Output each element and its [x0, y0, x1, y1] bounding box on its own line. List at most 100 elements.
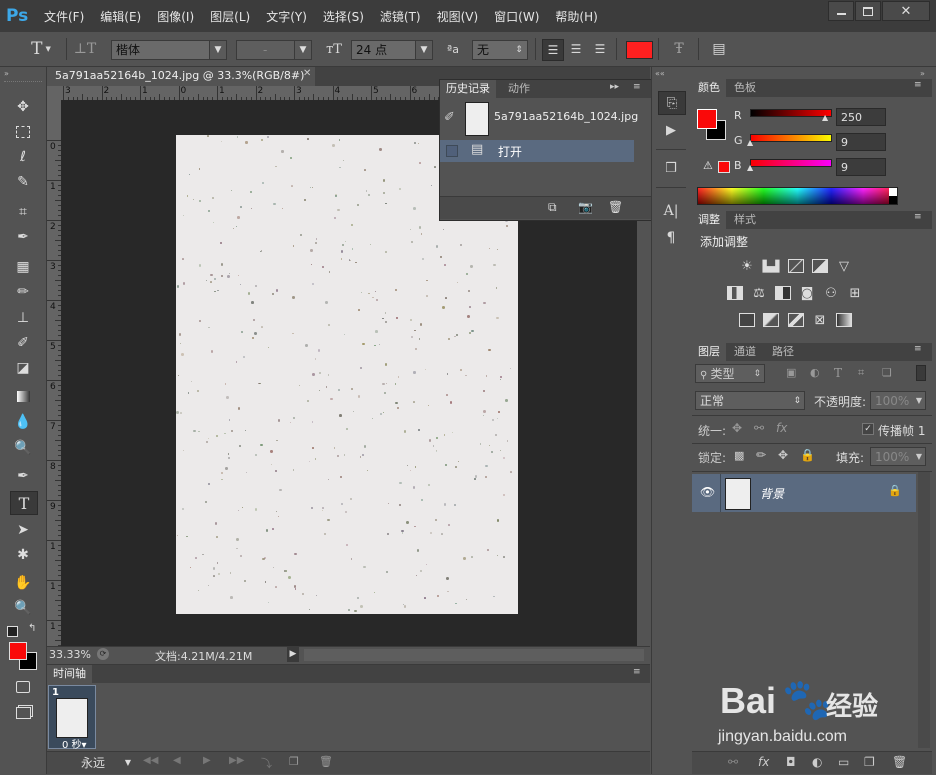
panel-menu-icon[interactable]: ≡: [633, 82, 641, 92]
channels-tab[interactable]: 通道: [728, 343, 762, 361]
font-size-select[interactable]: 24 点 ▼: [351, 40, 433, 60]
hue-saturation-icon[interactable]: [726, 285, 744, 301]
antialias-select[interactable]: 无 ⇕: [472, 40, 528, 60]
actions-dock-button[interactable]: ▶: [658, 119, 684, 141]
new-document-icon[interactable]: ⧉: [548, 200, 557, 215]
text-tool-preset[interactable]: T ▼: [26, 38, 56, 60]
eyedropper-tool[interactable]: ✒: [10, 226, 36, 248]
propagate-checkbox[interactable]: ✓: [862, 423, 874, 435]
slider-handle-icon[interactable]: ▲: [747, 163, 753, 172]
ps-logo[interactable]: Ps: [6, 5, 34, 27]
swatches-tab[interactable]: 色板: [728, 79, 762, 97]
layer-filter-select[interactable]: ⚲ 类型 ⇕: [695, 364, 765, 383]
opacity-field[interactable]: 100% ▼: [870, 391, 926, 410]
next-frame-icon[interactable]: ▶▶: [229, 755, 244, 766]
menu-item[interactable]: 文字(Y): [266, 8, 307, 25]
b-value-field[interactable]: 9: [836, 158, 886, 176]
pen-tool[interactable]: ✒: [10, 465, 36, 487]
foreground-color-swatch[interactable]: [697, 109, 717, 129]
color-lookup-icon[interactable]: ⊞: [846, 285, 864, 301]
black-white-icon[interactable]: [774, 285, 792, 301]
minimize-button[interactable]: [828, 1, 854, 21]
menu-item[interactable]: 文件(F): [44, 8, 84, 25]
eraser-tool[interactable]: ◪: [10, 357, 36, 379]
stamp-tool[interactable]: ⊥: [10, 307, 36, 329]
foreground-color-swatch[interactable]: [9, 642, 27, 660]
character-panel-button[interactable]: ▤: [708, 38, 730, 60]
prev-frame-icon[interactable]: ◀: [173, 755, 181, 766]
dodge-tool[interactable]: 🔍: [10, 437, 36, 459]
menu-item[interactable]: 窗口(W): [494, 8, 539, 25]
brush-tool[interactable]: ✏: [10, 281, 36, 303]
play-icon[interactable]: ▶: [203, 755, 211, 766]
history-tab[interactable]: 历史记录: [440, 80, 496, 98]
filter-adjustment-icon[interactable]: ◐: [810, 366, 820, 379]
quick-select-tool[interactable]: ✎: [10, 171, 36, 193]
layer-row[interactable]: 👁 背景 🔒: [692, 474, 916, 512]
panel-menu-icon[interactable]: ≡: [914, 344, 922, 354]
brightness-icon[interactable]: ☀: [738, 258, 756, 274]
filter-pixel-icon[interactable]: ▣: [786, 366, 796, 379]
lock-transparent-icon[interactable]: ▩: [734, 449, 744, 462]
type-tool[interactable]: T: [10, 491, 38, 515]
actions-tab[interactable]: 动作: [502, 80, 536, 98]
collapse-arrows-icon[interactable]: »: [4, 69, 9, 78]
color-tab[interactable]: 颜色: [692, 79, 726, 97]
move-tool[interactable]: ✥: [10, 96, 36, 118]
text-color-swatch[interactable]: [626, 41, 653, 59]
menu-item[interactable]: 视图(V): [437, 8, 479, 25]
default-colors-icon[interactable]: [7, 626, 18, 637]
status-expand-icon[interactable]: ▶: [287, 647, 299, 662]
healing-tool[interactable]: ▦: [10, 256, 36, 278]
3d-dock-button[interactable]: ❒: [658, 157, 684, 179]
align-left-button[interactable]: ☰: [542, 39, 564, 61]
hand-tool[interactable]: ✋: [10, 572, 36, 594]
eye-icon[interactable]: 👁: [700, 485, 715, 499]
photo-filter-icon[interactable]: ◙: [798, 285, 816, 301]
gradient-tool[interactable]: [10, 385, 36, 407]
crop-tool[interactable]: ⌗: [10, 201, 36, 223]
font-style-select[interactable]: - ▼: [236, 40, 312, 60]
dock-expand-icon[interactable]: ««: [655, 69, 665, 78]
color-spectrum-bar[interactable]: [697, 187, 898, 205]
g-slider[interactable]: [750, 134, 832, 142]
layers-tab[interactable]: 图层: [692, 343, 726, 361]
adjustments-tab[interactable]: 调整: [692, 211, 726, 229]
panel-menu-icon[interactable]: ≡: [633, 667, 641, 677]
gamut-warning-icon[interactable]: ⚠: [703, 159, 713, 172]
layer-name[interactable]: 背景: [760, 485, 784, 502]
character-dock-button[interactable]: A|: [658, 200, 684, 222]
blend-mode-select[interactable]: 正常 ⇕: [695, 391, 805, 410]
filter-toggle-switch[interactable]: [916, 365, 926, 381]
path-select-tool[interactable]: ➤: [10, 519, 36, 541]
r-slider[interactable]: [750, 109, 832, 117]
camera-icon[interactable]: 📷: [578, 200, 593, 214]
panel-menu-icon[interactable]: ≡: [914, 80, 922, 90]
new-group-icon[interactable]: ▭: [838, 755, 849, 769]
fill-field[interactable]: 100% ▼: [870, 447, 926, 466]
close-tab-icon[interactable]: ✕: [303, 68, 311, 79]
levels-icon[interactable]: ▙▟: [762, 258, 780, 274]
layer-style-icon[interactable]: fx: [758, 755, 769, 769]
loop-select[interactable]: 永远 ▼: [77, 754, 133, 772]
lock-pixels-icon[interactable]: ✏: [756, 448, 766, 462]
link-layers-icon[interactable]: ⚯: [728, 755, 738, 769]
color-balance-icon[interactable]: ⚖: [750, 285, 768, 301]
marquee-tool[interactable]: [10, 121, 36, 143]
invert-icon[interactable]: [738, 312, 756, 328]
posterize-icon[interactable]: [762, 312, 780, 328]
first-frame-icon[interactable]: ◀◀: [143, 755, 158, 766]
menu-item[interactable]: 选择(S): [323, 8, 364, 25]
new-layer-icon[interactable]: ❐: [864, 755, 875, 769]
add-mask-icon[interactable]: ◘: [786, 755, 796, 769]
channel-mixer-icon[interactable]: ⚇: [822, 285, 840, 301]
frame-delay[interactable]: 0 秒▾: [62, 736, 87, 751]
slider-handle-icon[interactable]: ▲: [747, 138, 753, 147]
menu-item[interactable]: 帮助(H): [555, 8, 597, 25]
g-value-field[interactable]: 9: [836, 133, 886, 151]
dock-collapse-icon[interactable]: »: [920, 69, 925, 78]
maximize-button[interactable]: [855, 1, 881, 21]
warp-text-button[interactable]: Ŧ: [668, 38, 690, 60]
menu-item[interactable]: 图层(L): [210, 8, 250, 25]
lasso-tool[interactable]: ℓ: [10, 146, 36, 168]
